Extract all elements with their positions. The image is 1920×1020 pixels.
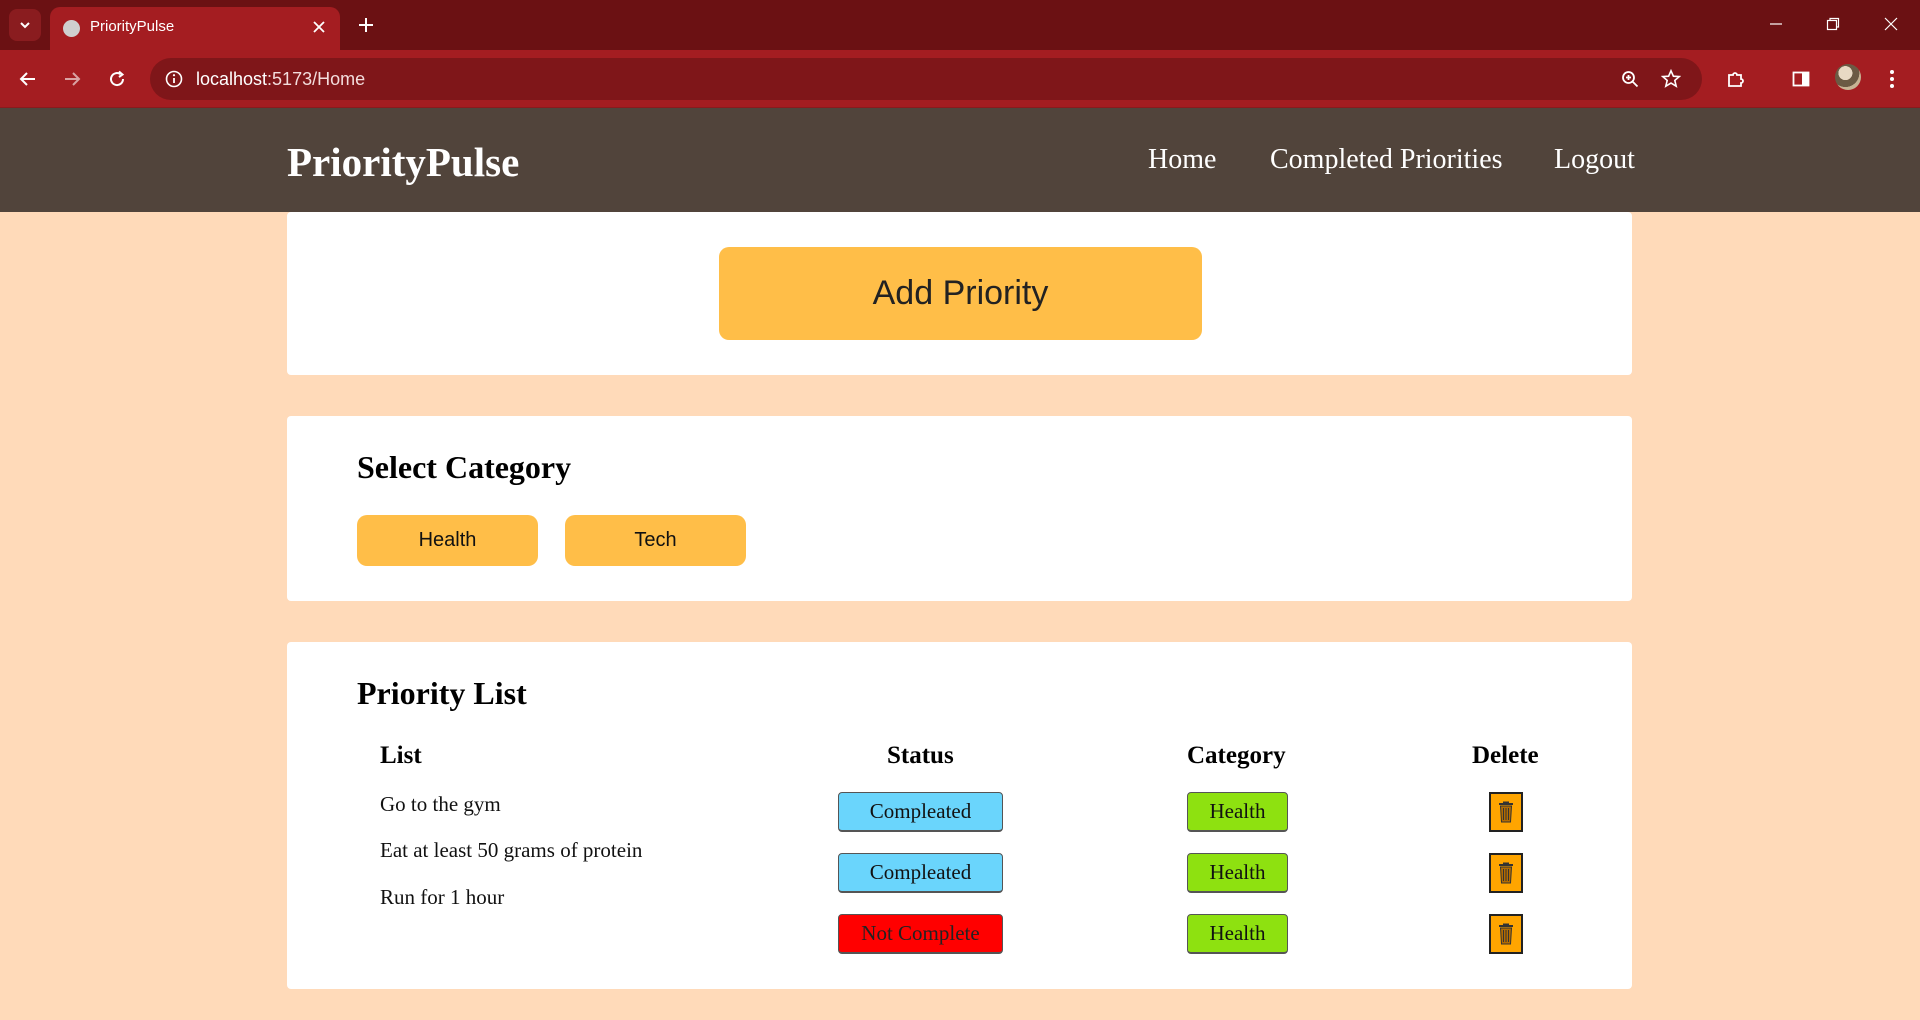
browser-tab-bar: PriorityPulse: [0, 0, 1920, 50]
brand-logo[interactable]: PriorityPulse: [287, 138, 519, 186]
minimize-icon: [1770, 23, 1782, 25]
site-info-button[interactable]: [162, 67, 186, 91]
browser-tab[interactable]: PriorityPulse: [50, 7, 340, 50]
status-button[interactable]: Not Complete: [838, 914, 1003, 954]
close-icon: [1884, 17, 1898, 31]
browser-toolbar: localhost:5173/Home: [0, 50, 1920, 108]
zoom-icon: [1622, 71, 1639, 88]
delete-button[interactable]: [1489, 853, 1523, 893]
kebab-menu-icon: [1890, 70, 1894, 88]
app-navbar: PriorityPulse Home Completed Priorities …: [0, 108, 1920, 212]
column-header-category: Category: [1187, 742, 1286, 769]
reload-icon: [110, 70, 125, 87]
list-item-text: Run for 1 hour: [380, 885, 505, 909]
close-icon: [313, 21, 325, 33]
url-path: :5173/Home: [267, 69, 366, 89]
arrow-right-icon: [65, 72, 81, 86]
tab-close-button[interactable]: [308, 16, 330, 38]
category-card: Select Category Health Tech: [287, 416, 1632, 601]
delete-button[interactable]: [1489, 914, 1523, 954]
minimize-button[interactable]: [1753, 8, 1799, 40]
zoom-button[interactable]: [1618, 67, 1642, 91]
back-button[interactable]: [12, 63, 44, 95]
side-panel-icon: [1792, 71, 1810, 87]
address-bar[interactable]: localhost:5173/Home: [150, 58, 1702, 100]
tab-search-button[interactable]: [9, 9, 41, 41]
nav-link-completed-priorities[interactable]: Completed Priorities: [1270, 144, 1503, 176]
url-host: localhost: [196, 69, 268, 89]
priority-list-title: Priority List: [357, 675, 527, 711]
url-text: localhost:5173/Home: [196, 69, 365, 90]
add-priority-button[interactable]: Add Priority: [719, 247, 1202, 340]
category-tag[interactable]: Health: [1187, 792, 1288, 832]
list-item-text: Eat at least 50 grams of protein: [380, 838, 643, 862]
delete-button[interactable]: [1489, 792, 1523, 832]
priority-list-card: Priority List List Status Category Delet…: [287, 642, 1632, 989]
browser-menu-button[interactable]: [1876, 63, 1908, 95]
side-panel-button[interactable]: [1785, 63, 1817, 95]
nav-link-home[interactable]: Home: [1148, 144, 1216, 176]
plus-icon: [359, 18, 373, 32]
add-priority-card: Add Priority: [287, 212, 1632, 375]
info-icon: [165, 70, 183, 88]
nav-link-logout[interactable]: Logout: [1554, 144, 1635, 176]
restore-button[interactable]: [1810, 8, 1856, 40]
column-header-delete: Delete: [1472, 742, 1539, 769]
category-section-title: Select Category: [357, 449, 572, 485]
trash-icon: [1499, 801, 1513, 823]
forward-button[interactable]: [56, 63, 88, 95]
category-button-health[interactable]: Health: [357, 515, 538, 566]
star-icon: [1661, 69, 1681, 88]
trash-icon: [1499, 862, 1513, 884]
arrow-left-icon: [19, 72, 35, 86]
profile-avatar[interactable]: [1835, 64, 1861, 90]
column-header-list: List: [380, 742, 422, 769]
restore-icon: [1826, 17, 1840, 31]
tab-title: PriorityPulse: [90, 18, 175, 35]
bookmark-button[interactable]: [1659, 67, 1683, 91]
list-item-text: Go to the gym: [380, 792, 501, 816]
new-tab-button[interactable]: [352, 11, 380, 39]
column-header-status: Status: [887, 742, 954, 769]
trash-icon: [1499, 923, 1513, 945]
reload-button[interactable]: [101, 63, 133, 95]
chevron-down-icon: [20, 22, 30, 29]
category-tag[interactable]: Health: [1187, 853, 1288, 893]
puzzle-icon: [1728, 72, 1744, 87]
status-button[interactable]: Compleated: [838, 853, 1003, 893]
close-window-button[interactable]: [1868, 8, 1914, 40]
category-tag[interactable]: Health: [1187, 914, 1288, 954]
globe-icon: [63, 20, 80, 37]
status-button[interactable]: Compleated: [838, 792, 1003, 832]
category-button-tech[interactable]: Tech: [565, 515, 746, 566]
extensions-button[interactable]: [1720, 63, 1752, 95]
